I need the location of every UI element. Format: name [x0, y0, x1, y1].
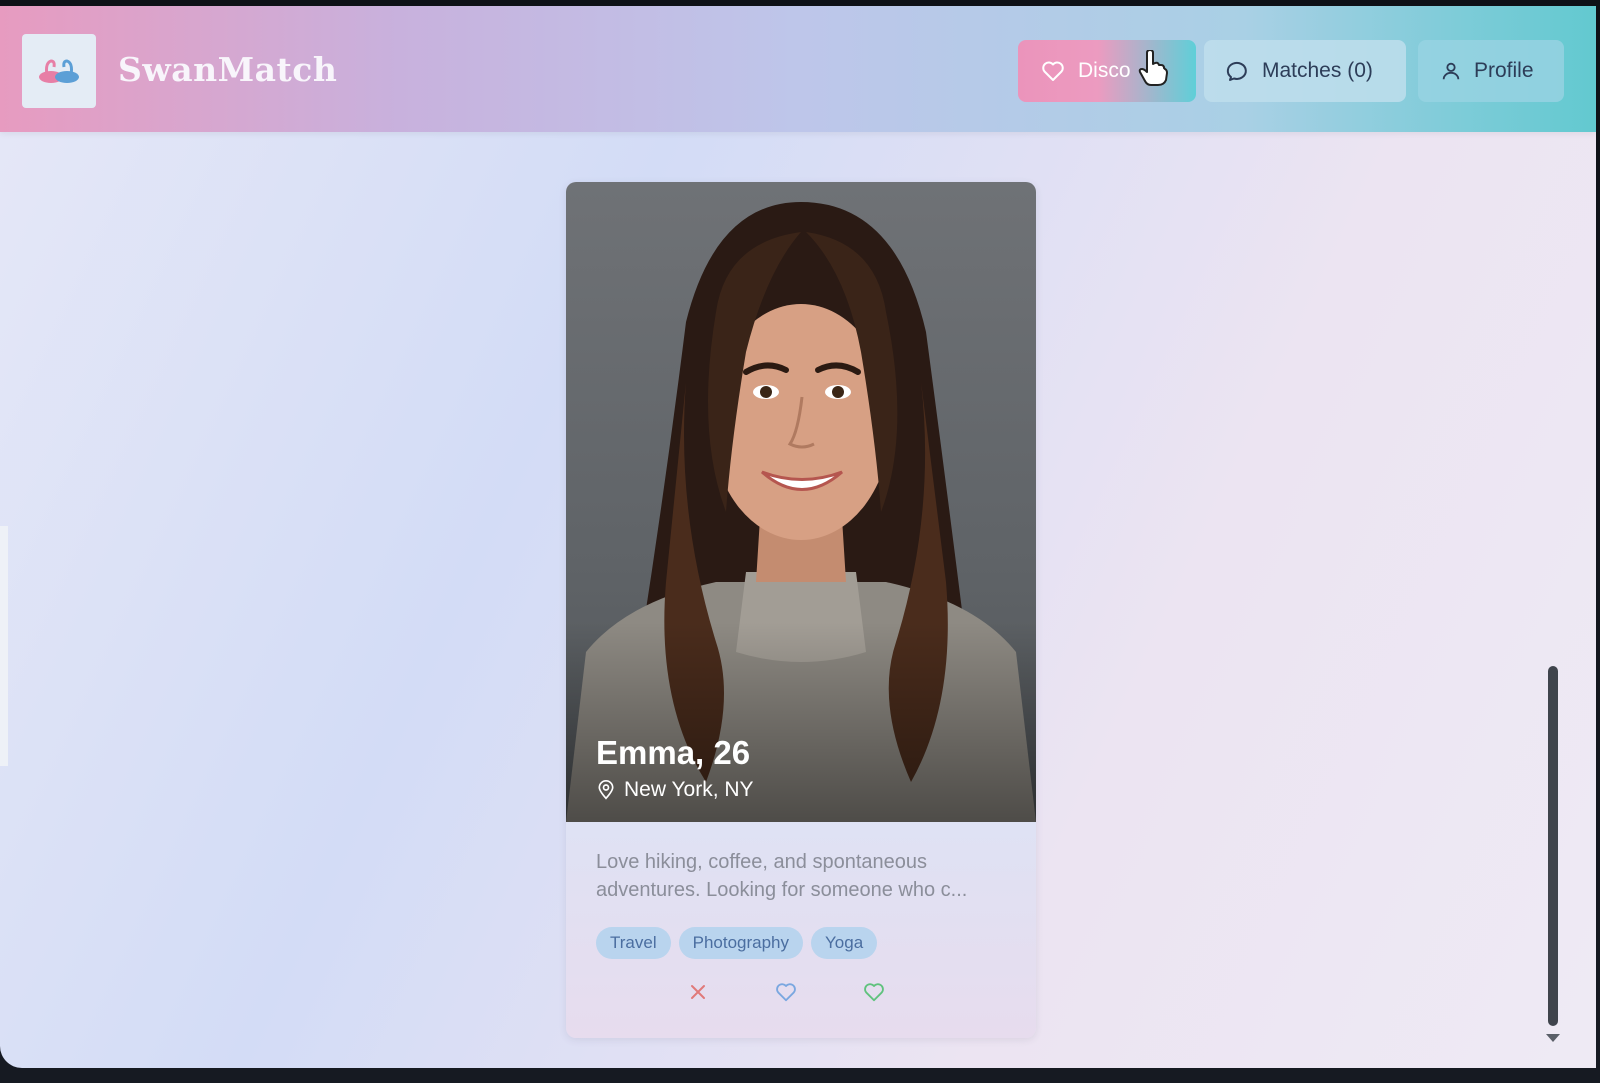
heart-icon [1042, 61, 1064, 81]
chat-bubble-icon [1226, 61, 1247, 81]
tag-chip: Travel [596, 927, 671, 959]
interest-tags: Travel Photography Yoga [596, 927, 885, 959]
vertical-scrollbar[interactable] [1548, 666, 1558, 1026]
profile-card[interactable]: Emma, 26 New York, NY Love hiking, coffe… [566, 182, 1036, 1038]
profile-photo[interactable]: Emma, 26 New York, NY [566, 182, 1036, 822]
discover-button[interactable]: Disco [1018, 40, 1196, 102]
app-title[interactable]: SwanMatch [118, 50, 337, 89]
profile-name-age: Emma, 26 [596, 734, 751, 771]
map-pin-icon [598, 780, 614, 800]
monitor-frame: SwanMatch Disco Matches (0) Profile Emma… [0, 0, 1600, 1083]
profile-label: Profile [1474, 59, 1534, 82]
user-icon [1442, 62, 1460, 80]
scroll-down-arrow-icon[interactable] [1546, 1034, 1560, 1042]
location-text: New York, NY [624, 778, 754, 801]
pass-button[interactable] [680, 974, 716, 1010]
heart-outline-icon [864, 983, 884, 1002]
swipe-actions [566, 974, 1036, 1014]
top-nav-bar: SwanMatch Disco Matches (0) Profile [0, 6, 1596, 132]
tag-chip: Photography [678, 927, 804, 959]
close-icon [691, 985, 705, 999]
heart-outline-icon [776, 983, 796, 1002]
like-button[interactable] [768, 974, 804, 1010]
tag-chip: Yoga [811, 927, 878, 959]
matches-label: Matches (0) [1262, 59, 1373, 82]
swan-logo-icon[interactable] [22, 34, 96, 108]
discover-label: Disco [1078, 59, 1131, 82]
profile-button[interactable]: Profile [1418, 40, 1564, 102]
matches-button[interactable]: Matches (0) [1204, 40, 1406, 102]
profile-bio: Love hiking, coffee, and spontaneous adv… [596, 851, 968, 901]
profile-location: New York, NY [596, 778, 754, 802]
super-like-button[interactable] [856, 974, 892, 1010]
app-window: SwanMatch Disco Matches (0) Profile Emma… [0, 6, 1596, 1068]
side-panel-edge [0, 526, 8, 766]
hand-pointer-cursor-icon [1138, 49, 1168, 91]
